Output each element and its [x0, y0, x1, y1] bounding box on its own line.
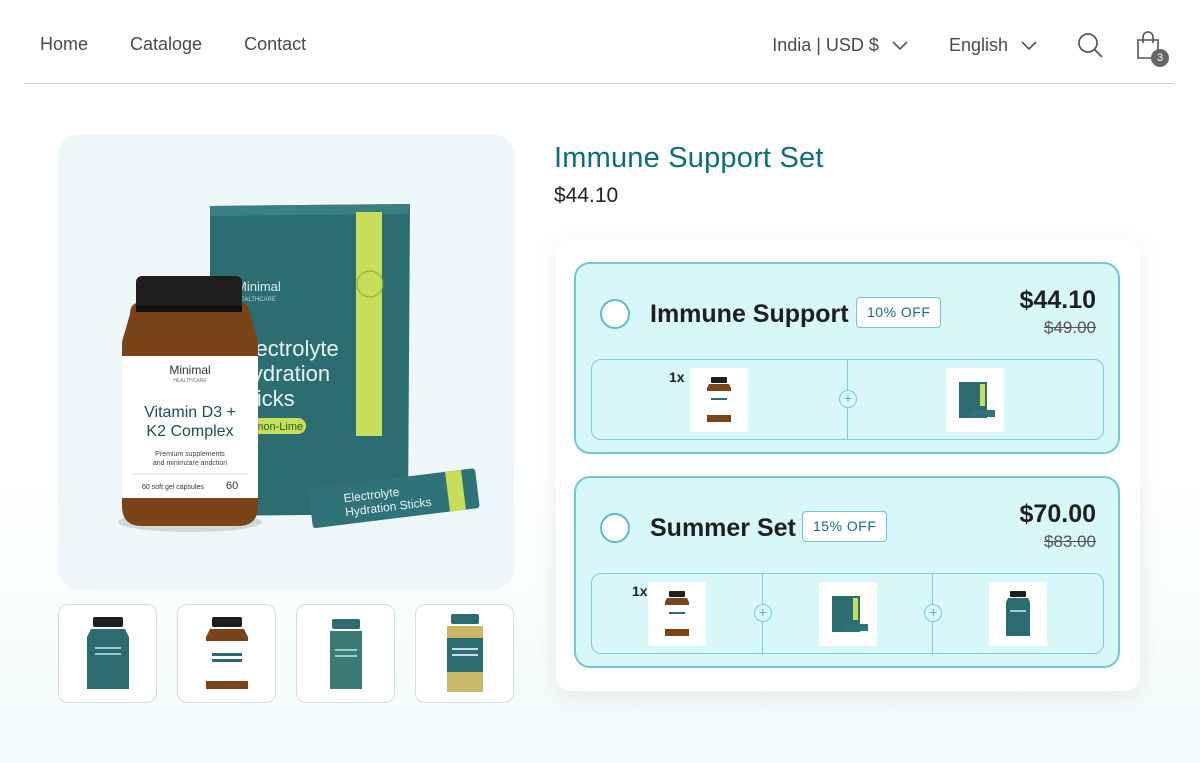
svg-text:Vitamin D3 +: Vitamin D3 +: [144, 404, 236, 421]
chevron-down-icon: [892, 41, 908, 51]
discount-badge: 10% OFF: [856, 297, 942, 328]
nav-contact-link[interactable]: Contact: [244, 34, 306, 55]
language-selector[interactable]: English: [949, 35, 1038, 56]
chevron-down-icon: [1021, 41, 1037, 51]
teal-bottle-icon: [1006, 591, 1031, 636]
svg-text:60: 60: [226, 480, 238, 492]
bundle-item: 1x: [592, 360, 847, 439]
product-price: $44.10: [554, 184, 619, 207]
svg-text:Premium supplements: Premium supplements: [155, 451, 225, 458]
product-photo: Minimal HEALTHCARE Electrolyte Hydration…: [118, 204, 480, 532]
cart-count-badge: 3: [1151, 49, 1169, 67]
pouch-icon: [831, 596, 868, 632]
vitamin-bottle: Minimal HEALTHCARE Vitamin D3 + K2 Compl…: [118, 276, 262, 532]
thumbnail-k2-cofactor[interactable]: [415, 604, 514, 703]
amber-bottle-icon: [665, 591, 689, 636]
currency-label: India | USD $: [772, 34, 879, 55]
bundle-old-price: $83.00: [1044, 532, 1096, 551]
amber-bottle-icon: [707, 377, 731, 422]
amber-bottle-thumb: [205, 616, 248, 689]
bundle-old-price: $49.00: [1044, 318, 1096, 337]
svg-text:Minimal: Minimal: [169, 363, 210, 377]
item-qty: 1x: [632, 583, 648, 599]
main-product-image[interactable]: Minimal HEALTHCARE Electrolyte Hydration…: [58, 134, 514, 590]
svg-text:and minimzare andction: and minimzare andction: [153, 460, 227, 467]
bundle-item: + 1x: [753, 574, 933, 653]
product-title: Immune Support Set: [554, 142, 824, 174]
item-image-vitamin-d3-k2: [690, 368, 748, 432]
cart-button[interactable]: 3: [1136, 31, 1169, 67]
bundle-items: 1x + 1x: [591, 573, 1104, 654]
svg-text:HEALTHCARE: HEALTHCARE: [173, 378, 207, 384]
clear-bottle-thumb: [446, 613, 483, 692]
pouch-icon: [959, 382, 995, 418]
thumbnail-vitamin-d3[interactable]: [296, 604, 395, 703]
bundle-name: Immune Support: [650, 300, 849, 328]
bundle-item: 1x: [592, 574, 762, 653]
site-header: Home Cataloge Contact India | USD $ Engl…: [24, 0, 1174, 84]
plus-icon: +: [839, 390, 857, 408]
bundle-options-card: Immune Support 10% OFF $44.10 $49.00 1x …: [556, 239, 1140, 691]
bundle-option-immune-support[interactable]: Immune Support 10% OFF $44.10 $49.00 1x …: [574, 262, 1120, 454]
discount-badge: 15% OFF: [802, 511, 888, 542]
item-image-electrolyte-sticks: [946, 368, 1004, 432]
item-image-magnesium: [989, 582, 1048, 646]
teal-bottle-thumb: [86, 616, 129, 689]
nav-home-link[interactable]: Home: [40, 34, 88, 55]
item-image-vitamin-d3-k2: [648, 582, 706, 646]
bundle-radio[interactable]: [600, 299, 630, 329]
language-label: English: [948, 34, 1008, 55]
thumbnail-magnesium[interactable]: [58, 604, 157, 703]
thumbnail-vitamin-d3-k2[interactable]: [177, 604, 276, 703]
svg-text:60 soft gel capsules: 60 soft gel capsules: [142, 484, 204, 491]
currency-selector[interactable]: India | USD $: [772, 35, 909, 56]
plus-icon: +: [753, 604, 772, 622]
bundle-item: + 1x: [839, 360, 1103, 439]
bundle-option-summer-set[interactable]: Summer Set 15% OFF $70.00 $83.00 1x + 1x: [574, 476, 1120, 668]
header-actions: India | USD $ English 3: [772, 28, 1174, 67]
bundle-radio[interactable]: [600, 513, 630, 543]
bundle-name: Summer Set: [650, 514, 796, 542]
search-button[interactable]: [1076, 31, 1104, 59]
svg-text:Minimal: Minimal: [236, 279, 281, 294]
nav-catalog-link[interactable]: Cataloge: [130, 34, 202, 55]
bundle-price: $70.00: [1019, 500, 1096, 528]
plus-icon: +: [924, 604, 943, 622]
thumbnail-strip: [58, 604, 514, 703]
main-nav: Home Cataloge Contact: [40, 34, 306, 55]
item-qty: 1x: [669, 369, 685, 385]
search-icon: [1078, 33, 1103, 58]
bundle-item: + 1x: [924, 574, 1103, 653]
item-image-electrolyte-sticks: [818, 582, 877, 646]
bundle-price: $44.10: [1019, 286, 1096, 314]
bundle-items: 1x + 1x: [591, 359, 1104, 440]
teal-jar-thumb: [329, 618, 362, 689]
svg-text:K2 Complex: K2 Complex: [146, 423, 233, 440]
